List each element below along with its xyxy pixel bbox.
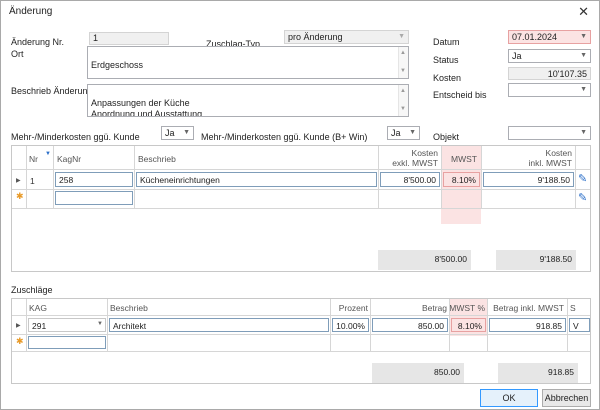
objekt-select[interactable]: ▼: [508, 126, 591, 140]
new-row-kagnr-input[interactable]: [55, 191, 133, 205]
zuschlaege-section-label: Zuschläge: [11, 285, 53, 295]
entscheid-bis-label: Entscheid bis: [433, 90, 487, 100]
chevron-down-icon: ▼: [580, 86, 587, 93]
total-betrag-inkl: 918.85: [498, 363, 578, 383]
ok-button[interactable]: OK: [480, 389, 538, 407]
col-header-beschrieb[interactable]: Beschrieb: [138, 154, 176, 164]
window-title: Änderung: [9, 6, 53, 17]
total-kosten-inkl: 9'188.50: [496, 250, 576, 270]
ort-value: Erdgeschoss: [91, 60, 144, 70]
cell-beschrieb[interactable]: Architekt: [109, 318, 329, 332]
status-value: Ja: [512, 51, 522, 61]
asterisk-icon: ✱: [16, 191, 24, 201]
kosten-field: 10'107.35: [508, 67, 591, 80]
objekt-label: Objekt: [433, 132, 460, 142]
col-header-kosten-inkl[interactable]: Kosten: [512, 148, 572, 158]
cell-nr[interactable]: 1: [30, 176, 35, 186]
pencil-icon[interactable]: ✎: [578, 191, 587, 204]
mehr-kunde-bwin-label: Mehr-/Minderkosten ggü. Kunde (B+ Win): [201, 132, 368, 142]
cell-prozent[interactable]: 10.00%: [332, 318, 369, 332]
kosten-label: Kosten: [433, 73, 462, 83]
sort-desc-icon: ▼: [45, 151, 51, 157]
title-bar: Änderung ✕: [1, 1, 599, 23]
mehr-kunde-select[interactable]: Ja ▼: [161, 126, 194, 140]
ort-label: Ort: [11, 49, 24, 59]
col-header-betrag-inkl[interactable]: Betrag inkl. MWST: [488, 303, 564, 313]
mehr-kunde-bwin-value: Ja: [391, 128, 401, 138]
status-select[interactable]: Ja ▼: [508, 49, 591, 63]
col-header-mwst[interactable]: MWST: [441, 154, 477, 164]
scroll-down-icon: ▼: [400, 68, 406, 74]
beschrieb-value: Anpassungen der Küche Anordnung und Auss…: [91, 98, 203, 117]
col-header-betrag[interactable]: Betrag: [392, 303, 447, 313]
scroll-up-icon: ▲: [400, 50, 406, 56]
col-header-nr[interactable]: Nr: [29, 154, 38, 164]
ort-textarea[interactable]: Erdgeschoss ▲ ▼: [87, 46, 409, 79]
total-kosten-exkl: 8'500.00: [378, 250, 471, 270]
datum-label: Datum: [433, 37, 460, 47]
zuschlag-typ-select[interactable]: pro Änderung ▼: [284, 30, 409, 44]
cell-betrag-inkl[interactable]: 918.85: [489, 318, 566, 332]
chevron-down-icon: ▼: [97, 321, 103, 327]
datum-value: 07.01.2024: [512, 32, 558, 42]
chevron-down-icon: ▼: [183, 129, 190, 136]
col-header-kag[interactable]: KAG: [29, 303, 47, 313]
pencil-icon[interactable]: ✎: [578, 172, 587, 185]
beschrieb-scrollbar[interactable]: ▲ ▼: [398, 85, 408, 116]
asterisk-icon: ✱: [16, 336, 24, 346]
datum-picker[interactable]: 07.01.2024 ▼: [508, 30, 591, 44]
col-header-kosten-exkl-sub: exkl. MWST: [392, 158, 438, 168]
aenderung-dialog: Änderung ✕ Änderung Nr. 1 Zuschlag-Typ p…: [0, 0, 600, 410]
cell-kosten-exkl[interactable]: 8'500.00: [380, 172, 440, 187]
cell-kag: 291: [32, 321, 47, 331]
aenderung-nr-field[interactable]: 1: [89, 32, 169, 45]
col-header-beschrieb[interactable]: Beschrieb: [110, 303, 148, 313]
col-header-mwst-prozent[interactable]: MWST %: [449, 303, 485, 313]
total-betrag: 850.00: [372, 363, 464, 383]
chevron-down-icon: ▼: [580, 33, 587, 40]
cancel-button[interactable]: Abbrechen: [542, 389, 591, 407]
close-icon[interactable]: ✕: [578, 4, 589, 20]
col-header-s[interactable]: S: [570, 303, 576, 313]
beschrieb-textarea[interactable]: Anpassungen der Küche Anordnung und Auss…: [87, 84, 409, 117]
cell-kagnr[interactable]: 258: [55, 172, 133, 187]
chevron-down-icon: ▼: [398, 33, 405, 40]
cell-mwst[interactable]: 8.10%: [443, 172, 480, 187]
col-header-kagnr[interactable]: KagNr: [57, 154, 81, 164]
col-header-kosten-inkl-sub: inkl. MWST: [528, 158, 572, 168]
chevron-down-icon: ▼: [580, 129, 587, 136]
mehr-kunde-bwin-select[interactable]: Ja ▼: [387, 126, 420, 140]
cost-table: Nr ▼ KagNr Beschrieb Kosten exkl. MWST M…: [11, 145, 591, 272]
col-header-kosten-exkl[interactable]: Kosten: [378, 148, 438, 158]
aenderung-nr-label: Änderung Nr.: [11, 37, 65, 47]
scroll-down-icon: ▼: [400, 106, 406, 112]
zuschlag-typ-value: pro Änderung: [288, 32, 343, 42]
new-row-kag-input[interactable]: [28, 336, 106, 349]
cell-mwst[interactable]: 8.10%: [451, 318, 486, 332]
cell-betrag[interactable]: 850.00: [372, 318, 448, 332]
beschrieb-label: Beschrieb Änderung: [11, 86, 93, 96]
cell-kosten-inkl[interactable]: 9'188.50: [483, 172, 574, 187]
row-pointer-icon: ▶: [16, 178, 21, 184]
chevron-down-icon: ▼: [580, 52, 587, 59]
cell-beschrieb[interactable]: Kücheneinrichtungen: [136, 172, 377, 187]
entscheid-bis-picker[interactable]: ▼: [508, 83, 591, 97]
cell-s[interactable]: V: [569, 318, 590, 332]
mehr-kunde-label: Mehr-/Minderkosten ggü. Kunde: [11, 132, 140, 142]
aenderung-nr-value: 1: [93, 33, 99, 43]
col-header-prozent[interactable]: Prozent: [332, 303, 368, 313]
ort-scrollbar[interactable]: ▲ ▼: [398, 47, 408, 78]
scroll-up-icon: ▲: [400, 88, 406, 94]
status-label: Status: [433, 55, 459, 65]
row-pointer-icon: ▶: [16, 323, 21, 329]
chevron-down-icon: ▼: [409, 129, 416, 136]
mehr-kunde-value: Ja: [165, 128, 175, 138]
cell-kag-select[interactable]: 291 ▼: [28, 318, 106, 332]
kosten-value: 10'107.35: [547, 69, 587, 79]
zuschlaege-table: KAG Beschrieb Prozent Betrag MWST % Betr…: [11, 298, 591, 384]
